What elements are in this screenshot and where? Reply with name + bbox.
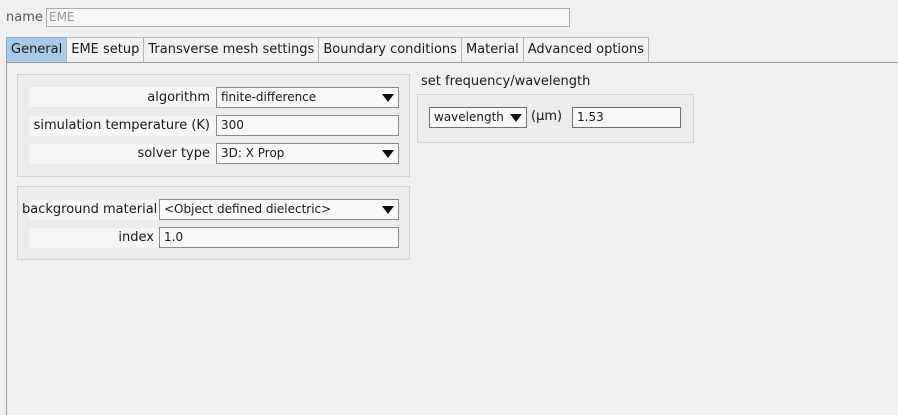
- chevron-down-icon: [382, 150, 394, 158]
- wavelength-unit-label: (μm): [531, 109, 563, 124]
- content-border: [6, 62, 7, 415]
- frequency-mode-value: wavelength: [434, 110, 504, 124]
- name-input[interactable]: EME: [46, 8, 570, 27]
- chevron-down-icon: [382, 206, 394, 214]
- solver-settings-panel: algorithm finite-difference simulation t…: [17, 74, 410, 177]
- frequency-section-title: set frequency/wavelength: [421, 74, 591, 89]
- solver-type-value: 3D: X Prop: [221, 146, 285, 160]
- index-label: index: [118, 230, 154, 245]
- algorithm-select[interactable]: finite-difference: [216, 87, 399, 108]
- algorithm-value: finite-difference: [221, 90, 317, 104]
- eme-properties-window: name EME General EME setup Transverse me…: [0, 0, 898, 415]
- solver-type-select[interactable]: 3D: X Prop: [216, 143, 399, 164]
- tab-boundary-conditions[interactable]: Boundary conditions: [318, 37, 462, 62]
- chevron-down-icon: [382, 94, 394, 102]
- index-input[interactable]: 1.0: [159, 227, 399, 248]
- background-material-label: background material: [22, 202, 158, 217]
- algorithm-label: algorithm: [147, 90, 210, 105]
- tab-eme-setup[interactable]: EME setup: [66, 37, 145, 62]
- tab-general[interactable]: General: [6, 37, 68, 62]
- background-material-value: <Object defined dielectric>: [164, 202, 332, 216]
- solver-type-label: solver type: [137, 146, 210, 161]
- tab-divider: [6, 62, 898, 63]
- temperature-label: simulation temperature (K): [33, 118, 210, 133]
- temperature-input[interactable]: 300: [216, 115, 399, 136]
- name-label: name: [6, 10, 43, 25]
- tab-material[interactable]: Material: [460, 37, 524, 62]
- chevron-down-icon: [510, 114, 522, 122]
- background-material-select[interactable]: <Object defined dielectric>: [159, 199, 399, 220]
- tab-bar: General EME setup Transverse mesh settin…: [6, 37, 649, 63]
- tab-advanced-options[interactable]: Advanced options: [522, 37, 649, 62]
- tab-transverse-mesh-settings[interactable]: Transverse mesh settings: [143, 37, 320, 62]
- background-material-panel: background material <Object defined diel…: [17, 186, 410, 260]
- frequency-mode-select[interactable]: wavelength: [429, 107, 527, 128]
- wavelength-input[interactable]: 1.53: [572, 107, 681, 128]
- frequency-panel: wavelength (μm) 1.53: [417, 94, 694, 143]
